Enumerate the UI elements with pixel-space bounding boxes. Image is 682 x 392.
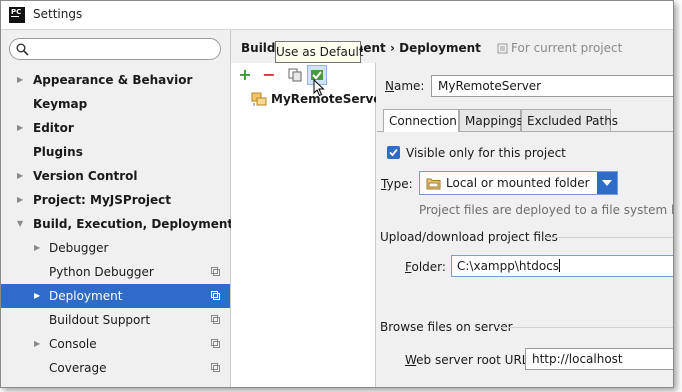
window-title: Settings [33,7,83,21]
settings-tree: ▶ Appearance & Behavior Keymap ▶ Editor Plugi… [1,68,234,380]
tree-item-label: Debugger [49,241,109,255]
tree-item-label: Python Debugger [49,265,154,279]
visible-only-label: Visible only for this project [406,146,566,160]
use-as-default-tooltip: Use as Default [275,41,364,63]
server-name-label: MyRemoteServer [271,92,388,106]
server-list-panel [231,63,376,387]
type-dropdown-button[interactable] [597,172,617,194]
tab-connection[interactable]: Connection [383,109,459,132]
settings-window: PC Settings ▶ Appearance & Behavior Keymap… [0,0,674,388]
tree-item-label: Coverage [49,361,107,375]
tree-item-label: Buildout Support [49,313,151,327]
search-icon [16,43,29,56]
web-root-url-label: Web server root URL: [405,353,533,367]
chevron-right-icon[interactable]: ▶ [34,332,40,356]
tab-mappings[interactable]: Mappings [459,109,523,131]
folder-label: Folder: [405,260,446,274]
chevron-right-icon[interactable]: ▶ [17,188,23,212]
tree-item-version-control[interactable]: ▶ Version Control [1,164,230,188]
tree-item-label: Build, Execution, Deployment [33,217,234,231]
scope-note: For current project [497,41,622,55]
tree-item-plugins[interactable]: Plugins [1,140,230,164]
chevron-down-icon [602,180,612,186]
copy-icon [288,68,302,82]
project-scope-icon [211,339,220,348]
upload-section-title: Upload/download project files [380,230,558,244]
name-label: Name: [385,79,425,93]
tree-item-keymap[interactable]: Keymap [1,92,230,116]
chevron-down-icon[interactable]: ▼ [17,212,23,236]
folder-icon [426,178,441,190]
tree-item-label: Plugins [33,145,83,159]
remove-server-button[interactable]: − [259,65,279,85]
breadcrumb-separator: › [389,41,395,55]
chevron-right-icon[interactable]: ▶ [34,236,40,260]
tree-item-coverage[interactable]: Coverage [1,356,230,380]
folder-path-field[interactable]: C:\xampp\htdocs [451,255,673,277]
settings-search-input[interactable] [9,38,221,60]
chevron-right-icon[interactable]: ▶ [17,116,23,140]
tree-item-label: Console [49,337,97,351]
upload-section-divider [543,237,673,238]
browse-section-title: Browse files on server [380,320,513,334]
checkmark-icon [389,148,398,157]
server-name-field[interactable]: MyRemoteServer [431,75,673,97]
web-root-url-field[interactable]: http://localhost [525,348,673,370]
project-scope-icon [211,315,220,324]
type-hint-text: Project files are deployed to a file sys… [419,203,674,217]
type-selected-value: Local or mounted folder [446,176,590,190]
browse-section-divider [497,327,673,328]
add-server-button[interactable]: + [235,65,255,85]
chevron-right-icon[interactable]: ▶ [17,68,23,92]
type-dropdown[interactable]: Local or mounted folder [419,171,618,195]
project-scope-icon [211,291,220,300]
breadcrumb-current: Deployment [399,41,481,55]
tree-item-project-myjsproject[interactable]: ▶ Project: MyJSProject [1,188,230,212]
chevron-right-icon[interactable]: ▶ [34,284,40,308]
tree-item-label: Editor [33,121,74,135]
tree-item-build-execution-deployment[interactable]: ▼ Build, Execution, Deployment [1,212,234,236]
tree-item-editor[interactable]: ▶ Editor [1,116,230,140]
tree-item-label: Keymap [33,97,88,111]
pycharm-app-icon: PC [9,7,25,23]
tree-item-buildout-support[interactable]: Buildout Support [1,308,230,332]
tree-item-python-debugger[interactable]: Python Debugger [1,260,230,284]
title-bar: PC Settings [1,1,673,30]
type-label: Type: [381,177,413,191]
tab-excluded-paths[interactable]: Excluded Paths [521,109,618,131]
tree-item-label: Appearance & Behavior [33,73,193,87]
chevron-right-icon[interactable]: ▶ [17,164,23,188]
project-scope-icon [211,363,220,372]
tree-item-appearance-behavior[interactable]: ▶ Appearance & Behavior [1,68,230,92]
tree-item-debugger[interactable]: ▶ Debugger [1,236,230,260]
visible-only-checkbox[interactable] [387,146,400,159]
text-caret [559,259,561,272]
project-scope-icon [211,267,220,276]
server-icon [251,92,267,106]
tree-item-deployment[interactable]: ▶ Deployment [1,284,230,308]
project-scope-icon [497,43,508,54]
copy-server-button[interactable] [285,65,305,85]
tree-item-label: Version Control [33,169,138,183]
settings-nav-panel: ▶ Appearance & Behavior Keymap ▶ Editor Plugi… [1,30,234,387]
tree-item-console[interactable]: ▶ Console [1,332,230,356]
tree-item-label: Project: MyJSProject [33,193,171,207]
tree-item-label: Deployment [49,289,123,303]
